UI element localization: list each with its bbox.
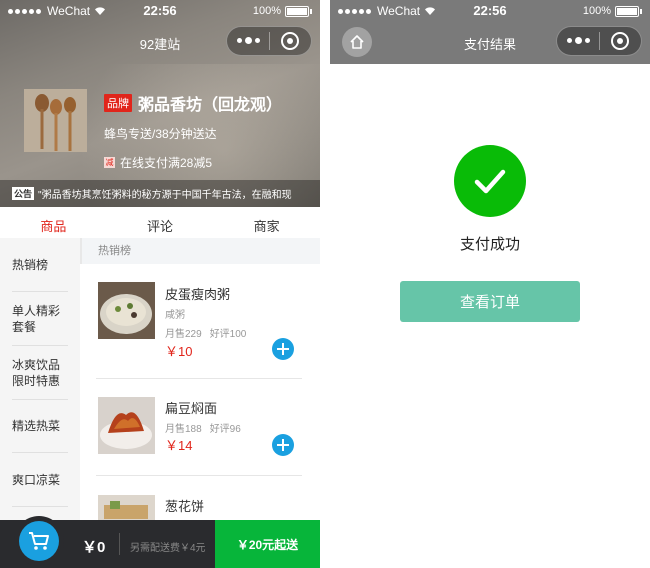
food-image [98, 282, 155, 339]
item-price: ￥14 [165, 438, 193, 453]
more-dots-icon[interactable] [557, 37, 599, 44]
cart-total: ￥0 [82, 539, 106, 556]
mini-program-capsule [226, 26, 312, 56]
category-sidebar: 热销榜 单人精彩套餐 冰爽饮品限时特惠 精选热菜 爽口凉菜 [0, 238, 80, 520]
battery: 100% [583, 5, 642, 17]
home-icon[interactable] [342, 27, 372, 57]
tab-reviews[interactable]: 评论 [107, 207, 214, 241]
shop-tabs: 商品 评论 商家 [0, 207, 320, 241]
notice-text: "粥品香坊其烹饪粥料的秘方源于中国千年古法，在融和现 [38, 190, 292, 201]
delivery-info: 蜂鸟专送/38分钟送达 [104, 127, 217, 141]
plus-icon[interactable] [272, 338, 294, 360]
category-drinks[interactable]: 冰爽饮品限时特惠 [12, 357, 68, 389]
notice-tag: 公告 [12, 187, 35, 200]
mini-program-close-icon[interactable] [600, 32, 641, 50]
category-hot-dishes[interactable]: 精选热菜 [12, 418, 68, 434]
list-section-header: 热销榜 [80, 238, 320, 264]
checkout-button[interactable]: ￥20元起送 [215, 520, 320, 568]
item-name: 皮蛋瘦肉粥 [165, 287, 231, 302]
shop-logo [24, 89, 87, 152]
item-desc: 咸粥 [165, 310, 185, 321]
shop-name: 粥品香坊（回龙观） [138, 97, 283, 114]
item-stats: 月售229 好评100 [165, 329, 247, 340]
checkmark-icon [454, 145, 526, 217]
discount-icon: 减 [104, 157, 115, 168]
brand-badge: 品牌 [104, 94, 132, 112]
more-dots-icon[interactable] [227, 37, 269, 44]
battery-icon [615, 5, 639, 17]
success-message: 支付成功 [459, 236, 520, 253]
product-list: 热销榜 皮蛋瘦肉粥 咸粥 月售229 好评100 ￥10 扁豆焖面 月售188 … [80, 238, 320, 520]
nav-bar: 92建站 [0, 22, 320, 64]
food-image [98, 397, 155, 454]
nav-bar: 支付结果 [330, 22, 650, 64]
battery: 100% [253, 5, 312, 17]
delivery-fee: 另需配送费￥4元 [130, 543, 206, 554]
category-cold-dishes[interactable]: 爽口凉菜 [12, 472, 68, 488]
notice-bar[interactable]: 公告 "粥品香坊其烹饪粥料的秘方源于中国千年古法，在融和现 [0, 180, 320, 207]
cart-icon[interactable] [19, 521, 59, 561]
category-hot[interactable]: 热销榜 [12, 257, 68, 273]
category-single-set[interactable]: 单人精彩套餐 [12, 303, 68, 335]
tab-goods[interactable]: 商品 [0, 207, 107, 241]
shop-info: 品牌 粥品香坊（回龙观） 蜂鸟专送/38分钟送达 减 在线支付满28减5 [104, 91, 282, 171]
tab-merchant[interactable]: 商家 [213, 207, 320, 241]
food-image [98, 495, 155, 520]
promo-text: 在线支付满28减5 [120, 156, 213, 170]
mini-program-capsule [556, 26, 642, 56]
plus-icon[interactable] [272, 434, 294, 456]
mini-program-close-icon[interactable] [270, 32, 311, 50]
promo-row[interactable]: 减 在线支付满28减5 [104, 154, 282, 171]
item-stats: 月售188 好评96 [165, 424, 241, 435]
battery-icon [285, 5, 309, 17]
item-price: ￥10 [165, 344, 193, 359]
status-bar: WeChat 22:56 100% [0, 0, 320, 22]
view-order-button[interactable]: 查看订单 [400, 281, 580, 322]
shop-screen: 品牌 粥品香坊（回龙观） 蜂鸟专送/38分钟送达 减 在线支付满28减5 公告 … [0, 0, 320, 568]
item-name: 扁豆焖面 [165, 401, 218, 416]
status-bar: WeChat 22:56 100% [330, 0, 650, 22]
item-name: 葱花饼 [165, 499, 205, 514]
payment-result-screen: WeChat 22:56 100% 支付结果 支付成功 查看订单 [330, 0, 650, 568]
